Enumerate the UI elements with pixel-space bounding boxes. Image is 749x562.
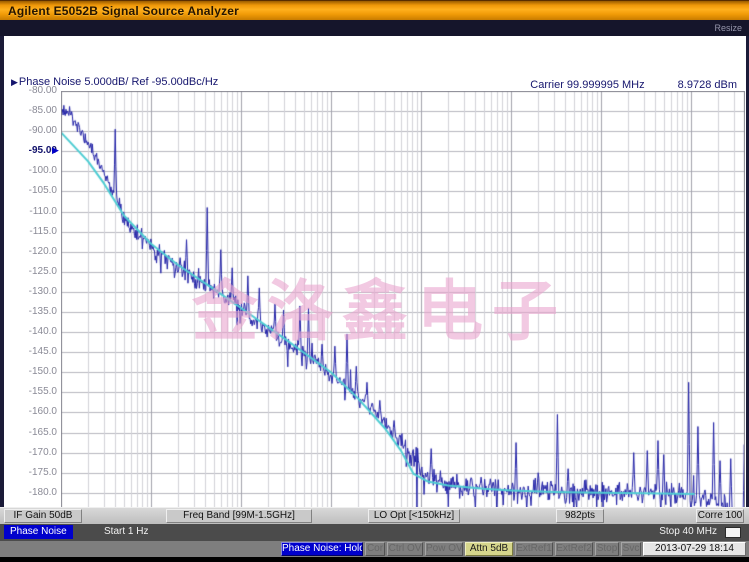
y-tick-label: -145.0 [9,346,57,358]
y-tick-label: -95.00 [9,145,57,157]
status-svc: Svc [621,542,641,556]
reference-level-marker-icon: ▶ [52,145,62,157]
status-pow-ov: Pow OV [425,542,463,556]
y-tick-label: -80.00 [9,85,57,97]
phase-noise-graph[interactable] [61,91,745,533]
status-2013-07-29-18-14: 2013-07-29 18:14 [643,542,746,556]
y-tick-label: -120.0 [9,246,57,258]
bottom-edge [0,557,749,562]
scroll-grip[interactable] [725,527,741,538]
active-mode-button[interactable]: Phase Noise [4,525,73,539]
y-tick-label: -135.0 [9,306,57,318]
y-tick-label: -125.0 [9,266,57,278]
status-cor: Cor [365,542,385,556]
y-tick-label: -170.0 [9,447,57,459]
carrier-readout: Carrier 99.999995 MHz 8.9728 dBm [530,79,737,91]
y-tick-label: -140.0 [9,326,57,338]
y-tick-label: -110.0 [9,206,57,218]
measurement-panel: ▶Phase Noise 5.000dB/ Ref -95.00dBc/Hz C… [0,36,749,557]
softkey-corre-100[interactable]: Corre 100 [696,509,744,523]
y-tick-label: -90.00 [9,125,57,137]
sweep-bar: Phase Noise Start 1 Hz Stop 40 MHz [0,524,749,541]
config-bar: IF Gain 50dB Freq Band [99M-1.5GHz] LO Opt… [0,507,749,524]
y-tick-label: -115.0 [9,226,57,238]
softkey-if-gain-50db[interactable]: IF Gain 50dB [4,509,82,523]
status-bar: Phase Noise: HoldCorCtrl OVPow OVAttn 5d… [0,541,749,557]
status-ctrl-ov: Ctrl OV [387,542,423,556]
y-tick-label: -85.00 [9,105,57,117]
menu-strip: Resize [0,20,749,36]
carrier-frequency: Carrier 99.999995 MHz [530,79,644,91]
window-title: Agilent E5052B Signal Source Analyzer [8,4,239,18]
title-bar: Agilent E5052B Signal Source Analyzer [0,0,749,20]
analyzer-window: Agilent E5052B Signal Source Analyzer Re… [0,0,749,562]
y-tick-label: -180.0 [9,487,57,499]
resize-button[interactable]: Resize [714,23,742,33]
y-tick-label: -165.0 [9,427,57,439]
status-extref2: ExtRef2 [555,542,593,556]
softkey-freq-band-99m-1-5ghz[interactable]: Freq Band [99M-1.5GHz] [166,509,312,523]
y-tick-label: -160.0 [9,406,57,418]
y-tick-label: -130.0 [9,286,57,298]
sweep-stop-readout: Stop 40 MHz [659,526,717,537]
status-phase-noise-hold: Phase Noise: Hold [281,542,363,556]
y-tick-label: -150.0 [9,366,57,378]
y-tick-label: -175.0 [9,467,57,479]
softkey-lo-opt-150khz[interactable]: LO Opt [<150kHz] [368,509,460,523]
status-stop: Stop [595,542,619,556]
y-tick-label: -155.0 [9,386,57,398]
carrier-power: 8.9728 dBm [678,79,737,91]
status-attn-5db: Attn 5dB [465,542,513,556]
y-tick-label: -105.0 [9,185,57,197]
status-extref1: ExtRef1 [515,542,553,556]
softkey-982pts[interactable]: 982pts [556,509,604,523]
sweep-start-readout: Start 1 Hz [104,526,148,537]
y-tick-label: -100.0 [9,165,57,177]
